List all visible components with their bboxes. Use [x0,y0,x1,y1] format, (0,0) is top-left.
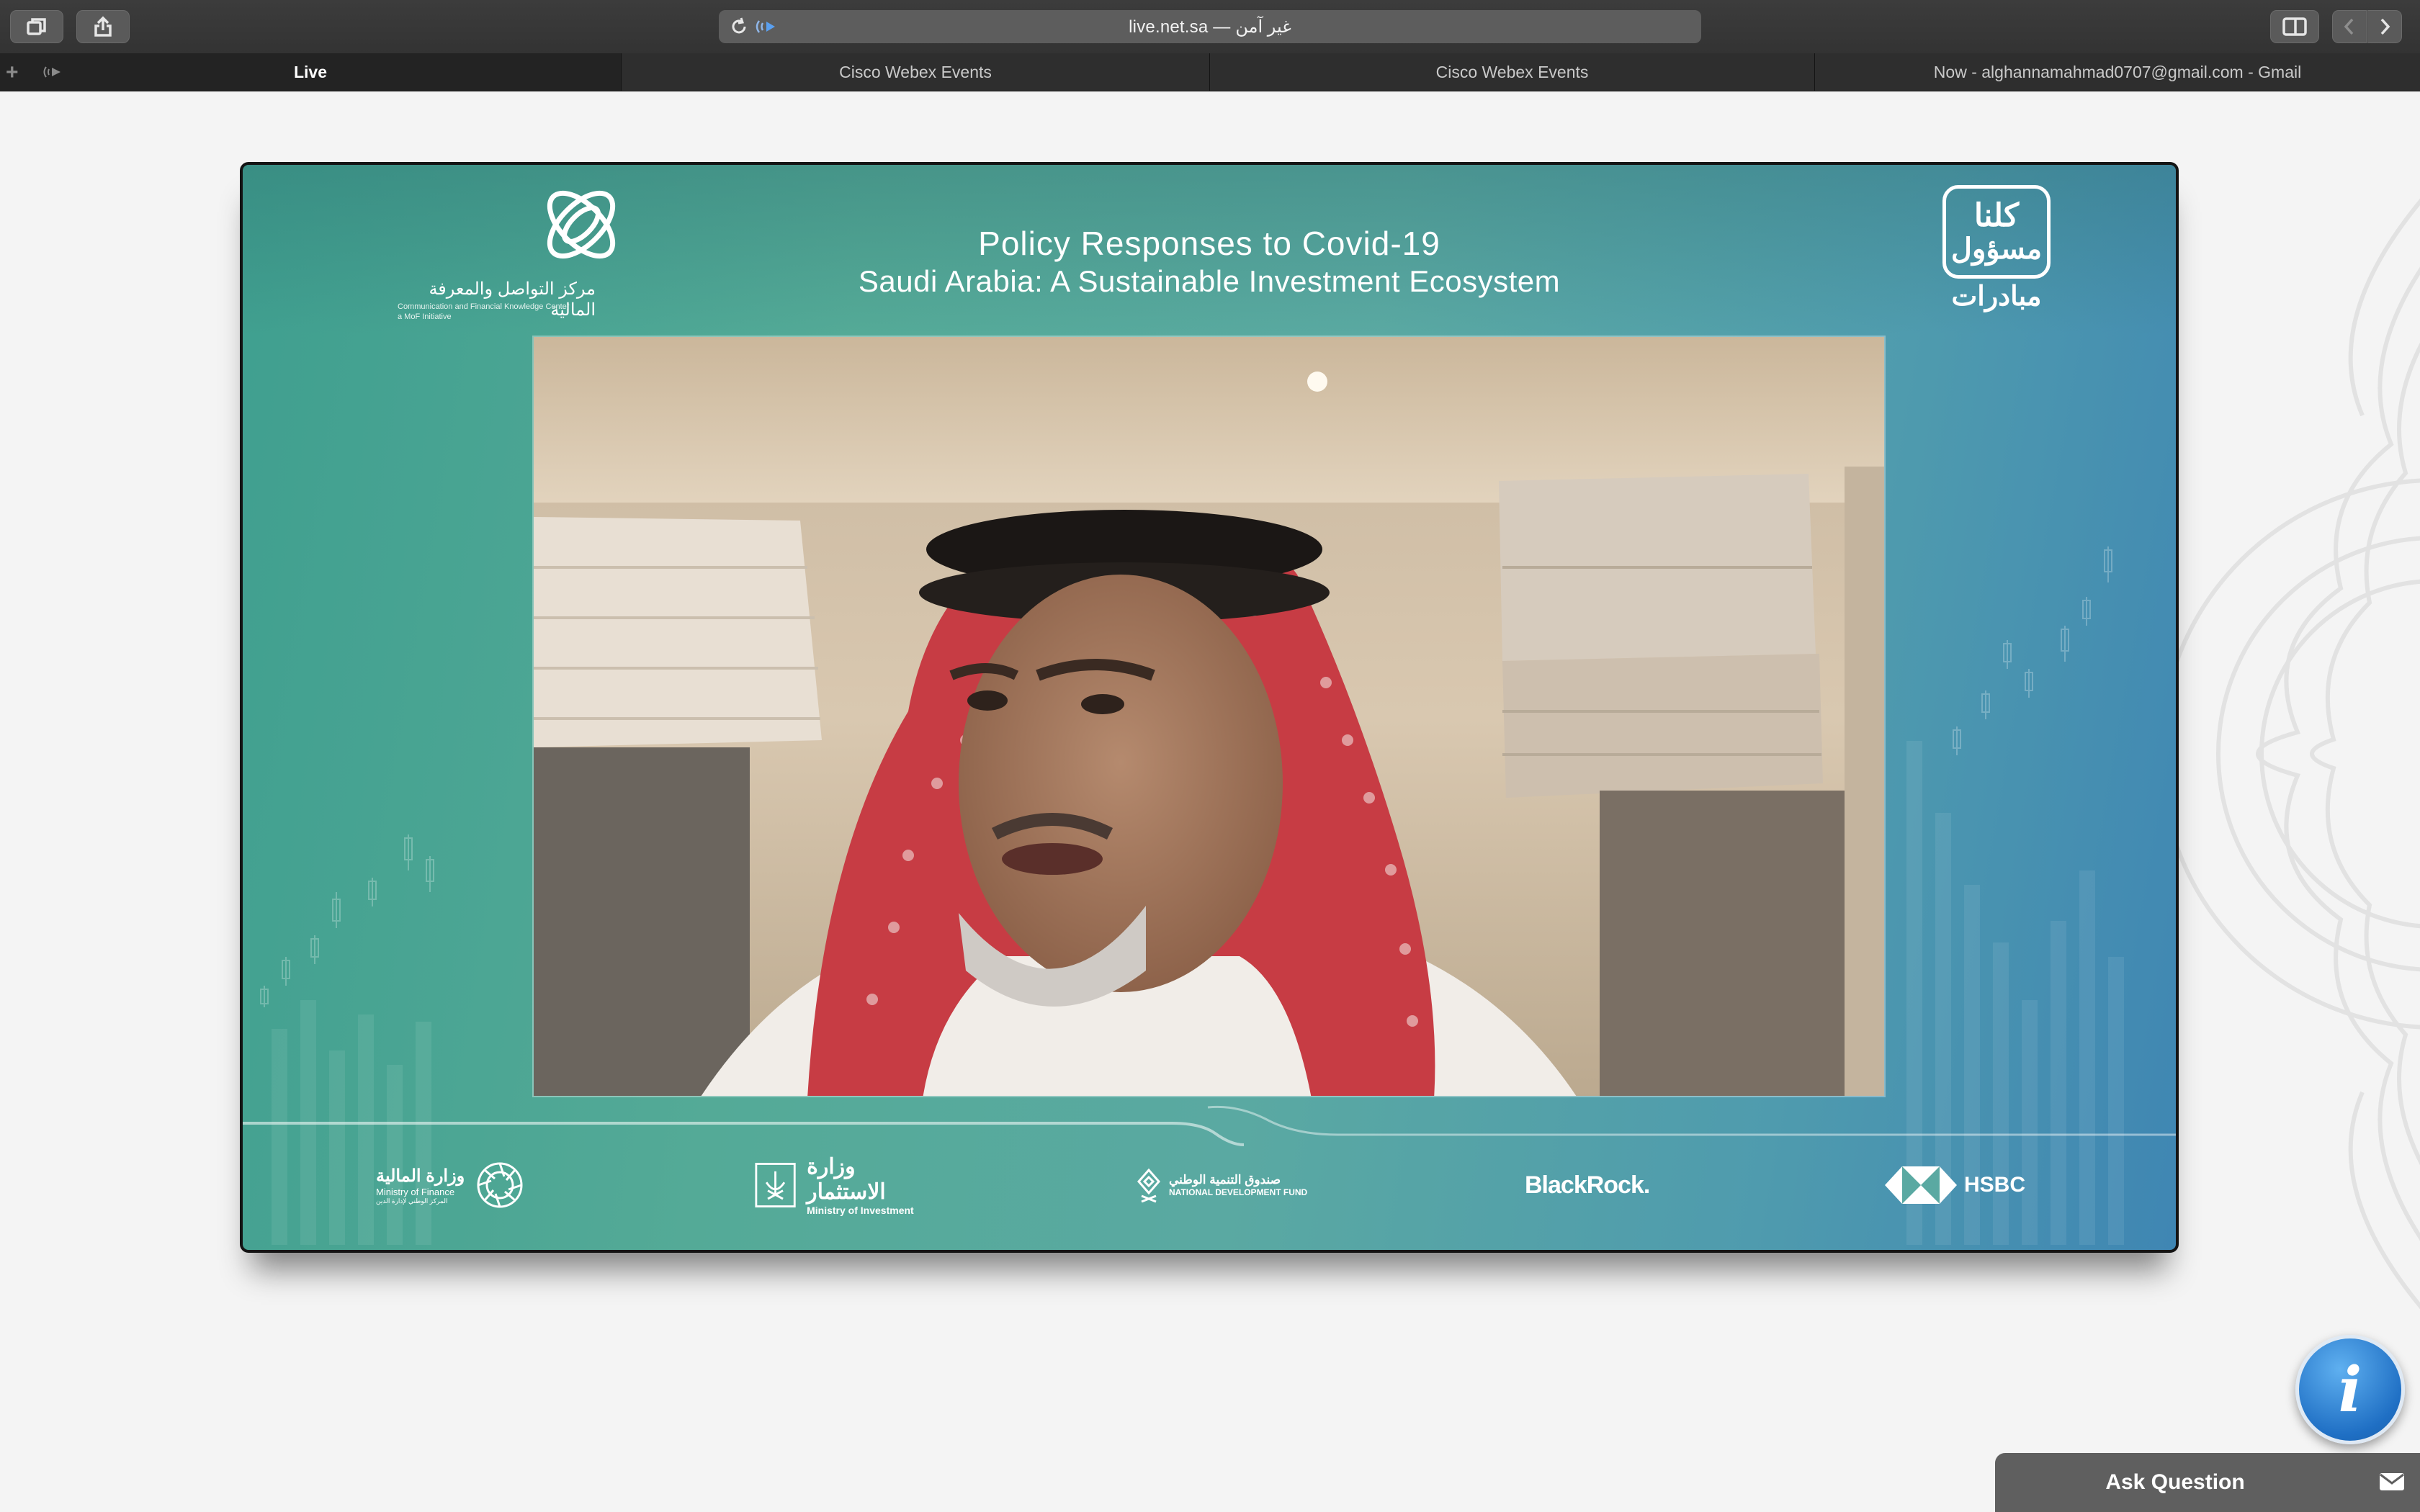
tabs-overview-icon [27,18,46,35]
url-text: live.net.sa — غير آمن [1129,17,1291,37]
tab-label: Now - alghannamahmad0707@gmail.com - Gma… [1933,62,2302,81]
mof-arabic: وزارة المالية [376,1166,465,1186]
sponsor-ministry-of-finance: وزارة المالية Ministry of Finance المركز… [376,1149,549,1221]
mubadarat-text: مبادرات [1951,282,2042,312]
sponsor-blackrock: BlackRock. [1525,1149,1698,1221]
sidebar-icon [2282,17,2307,36]
chevron-right-icon [2380,18,2390,35]
hsbc-wordmark: HSBC [1964,1173,2026,1197]
audio-playing-icon[interactable] [753,17,782,37]
sidebar-button[interactable] [2270,10,2319,43]
kulna-text: كلنا [1973,198,2020,233]
ndf-arabic: صندوق التنمية الوطني [1169,1173,1281,1187]
event-title: Policy Responses to Covid-19 [978,225,1440,262]
speaker-video-frame [534,337,1884,1096]
moi-arabic: وزارة الاستثمار [807,1155,886,1204]
cfkc-english-line1: Communication and Financial Knowledge Ce… [398,302,570,311]
share-button[interactable] [76,10,130,43]
tab-webex-2[interactable]: Cisco Webex Events [1209,53,1814,91]
mof-sub: المركز الوطني لإدارة الدين [376,1197,448,1205]
ask-question-tab[interactable]: Ask Question [1995,1453,2420,1512]
mof-emblem-icon [477,1162,523,1208]
show-tabs-button[interactable] [10,10,63,43]
cfkc-english-line2: a MoF Initiative [398,312,452,321]
info-button[interactable]: i [2295,1335,2405,1444]
event-subtitle: Saudi Arabia: A Sustainable Investment E… [858,264,1561,298]
browser-toolbar: live.net.sa — غير آمن [0,0,2420,54]
sponsors-footer: وزارة المالية Ministry of Finance المركز… [243,1097,2176,1250]
speaker-video-feed[interactable] [532,336,1886,1097]
envelope-icon [2380,1473,2404,1490]
sponsor-ministry-of-investment: وزارة الاستثمار Ministry of Investment [754,1149,934,1221]
webcast-player[interactable]: مركز التواصل والمعرفة المالية Communicat… [240,162,2179,1253]
masool-text: مسؤول [1950,233,2043,265]
tab-label: Cisco Webex Events [1435,62,1589,81]
kulna-masool-badge: كلنا مسؤول [1942,185,2051,279]
back-button[interactable] [2332,10,2367,43]
mof-english: Ministry of Finance [376,1186,455,1197]
new-tab-icon[interactable]: + [6,60,19,85]
tab-audio-icon[interactable] [42,64,66,80]
info-icon: i [2338,1353,2362,1426]
address-bar[interactable]: live.net.sa — غير آمن [719,10,1701,43]
tab-label: Live [293,62,328,81]
tab-bar: + Live Cisco Webex Events Cisco Webex Ev… [0,53,2420,91]
blackrock-wordmark: BlackRock. [1525,1171,1650,1199]
moi-emblem-icon [755,1163,796,1207]
hsbc-hexagon-icon [1885,1166,1957,1204]
tab-gmail[interactable]: Now - alghannamahmad0707@gmail.com - Gma… [1814,53,2420,91]
tab-webex-1[interactable]: Cisco Webex Events [621,53,1209,91]
kulna-masool-logo: كلنا مسؤول مبادرات [1935,179,2065,323]
ndf-emblem-icon [1137,1168,1160,1203]
ndf-english: NATIONAL DEVELOPMENT FUND [1169,1187,1308,1197]
forward-button[interactable] [2367,10,2402,43]
sponsor-national-development-fund: صندوق التنمية الوطني NATIONAL DEVELOPMEN… [1136,1149,1330,1221]
sponsor-hsbc: HSBC [1883,1149,2042,1221]
footer-wave-decoration [243,1105,2176,1146]
tab-label: Cisco Webex Events [839,62,992,81]
tab-live[interactable]: + Live [0,53,621,91]
moi-english: Ministry of Investment [807,1205,914,1216]
cfkc-english-name: Communication and Financial Knowledge Ce… [398,302,596,322]
page-content: مركز التواصل والمعرفة المالية Communicat… [0,91,2420,1512]
mandala-decoration [2175,198,2420,1310]
share-icon [94,16,112,37]
reload-icon[interactable] [729,17,749,37]
chevron-left-icon [2344,18,2354,35]
ask-question-label: Ask Question [2105,1470,2245,1494]
